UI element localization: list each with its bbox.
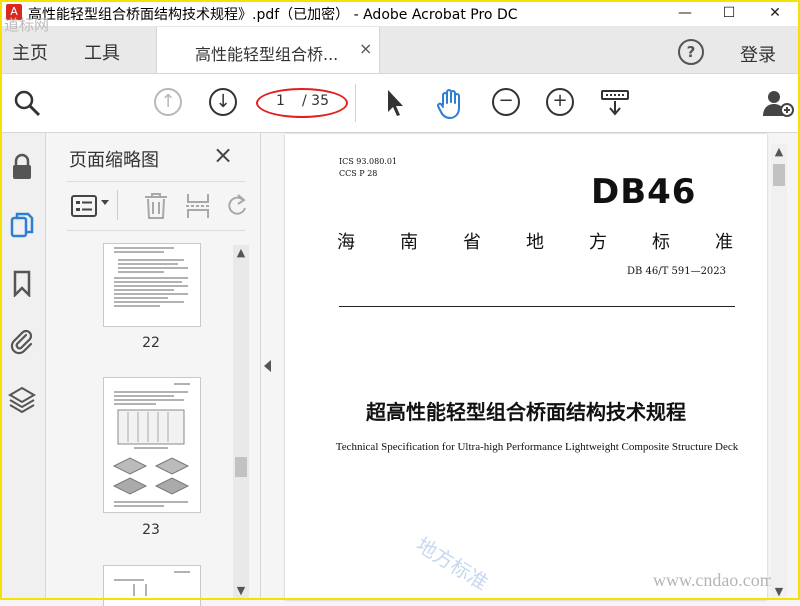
- heading-char: 方: [589, 232, 607, 253]
- tab-document-close-button[interactable]: ×: [359, 39, 372, 58]
- watermark-top-left: 道标网: [4, 16, 50, 34]
- thumbnails-scroll-thumb[interactable]: [235, 457, 247, 477]
- thumbnails-toolbar-divider: [117, 190, 118, 220]
- extract-page-icon[interactable]: [185, 192, 211, 220]
- thumbnails-panel: 页面缩略图 × 22 23 ▲ ▼: [53, 133, 261, 606]
- next-page-button[interactable]: ↓: [209, 88, 237, 116]
- thumbnails-toolbar: [67, 181, 247, 231]
- navigation-rail: [0, 133, 46, 600]
- login-button[interactable]: 登录: [740, 41, 776, 67]
- previous-page-button[interactable]: ↑: [154, 88, 182, 116]
- highlight-oval: [256, 88, 348, 118]
- thumbnails-scrollbar[interactable]: ▲ ▼: [233, 245, 249, 599]
- main-toolbar: ↑ ↓ 1 / 35 − +: [0, 74, 800, 133]
- add-user-icon[interactable]: [762, 88, 794, 118]
- scroll-down-arrow-icon[interactable]: ▼: [233, 583, 249, 599]
- title-bar: A 高性能轻型组合桥面结构技术规程》.pdf（已加密） - Adobe Acro…: [0, 0, 800, 27]
- tab-tools[interactable]: 工具: [84, 39, 120, 65]
- document-scrollbar[interactable]: ▲ ▼: [771, 144, 787, 600]
- chevron-down-icon[interactable]: [101, 200, 109, 205]
- ccs-code: CCS P 28: [339, 169, 378, 178]
- province-standard-heading: 海 南 省 地 方 标 准: [337, 228, 733, 254]
- thumbnail-page-23-preview: [112, 383, 190, 507]
- document-page: ICS 93.080.01 CCS P 28 DB46 海 南 省 地 方 标 …: [285, 134, 774, 600]
- collapse-panel-arrow-icon[interactable]: [264, 360, 271, 372]
- document-scroll-down-arrow-icon[interactable]: ▼: [771, 584, 787, 600]
- tab-home[interactable]: 主页: [12, 39, 48, 65]
- close-window-button[interactable]: ✕: [752, 0, 798, 26]
- search-icon[interactable]: [12, 88, 42, 118]
- toolbar-divider: [355, 84, 356, 122]
- zoom-in-button[interactable]: +: [546, 88, 574, 116]
- heading-char: 地: [526, 232, 544, 253]
- heading-char: 省: [463, 232, 481, 253]
- document-title-chinese: 超高性能轻型组合桥面结构技术规程: [366, 400, 686, 424]
- document-scroll-up-arrow-icon[interactable]: ▲: [771, 144, 787, 160]
- thumbnails-close-button[interactable]: ×: [213, 141, 233, 169]
- scroll-up-arrow-icon[interactable]: ▲: [233, 245, 249, 261]
- bookmark-icon[interactable]: [8, 269, 36, 297]
- watermark-diagonal: 地方标准: [411, 532, 493, 596]
- help-icon[interactable]: ?: [678, 39, 704, 65]
- lock-icon[interactable]: [8, 153, 36, 181]
- page-thumbnails-icon[interactable]: [8, 211, 36, 239]
- tab-bar: 主页 工具 高性能轻型组合桥... × ? 登录: [0, 27, 800, 74]
- thumbnail-page[interactable]: [103, 243, 201, 327]
- minimize-button[interactable]: —: [662, 0, 708, 26]
- heading-char: 准: [715, 232, 733, 253]
- page-display-icon[interactable]: [600, 88, 630, 118]
- thumbnail-page-24-preview: [114, 571, 190, 596]
- thumbnail-page[interactable]: [103, 377, 201, 513]
- select-cursor-icon[interactable]: [384, 88, 406, 118]
- thumbnail-label: 23: [142, 522, 160, 538]
- delete-icon[interactable]: [143, 192, 169, 220]
- layers-icon[interactable]: [8, 385, 36, 413]
- thumbnail-options-icon[interactable]: [71, 194, 97, 218]
- thumbnails-title: 页面缩略图: [69, 150, 159, 171]
- heading-char: 标: [652, 232, 670, 253]
- standard-mark: DB46: [591, 172, 697, 212]
- thumbnail-label: 22: [142, 335, 160, 351]
- hand-tool-icon[interactable]: [434, 88, 466, 120]
- heading-char: 海: [337, 232, 355, 253]
- ics-code: ICS 93.080.01: [339, 157, 398, 166]
- heading-char: 南: [400, 232, 418, 253]
- tab-document[interactable]: 高性能轻型组合桥... ×: [156, 27, 380, 73]
- standard-number: DB 46/T 591—2023: [627, 266, 727, 277]
- zoom-out-button[interactable]: −: [492, 88, 520, 116]
- document-scroll-thumb[interactable]: [773, 164, 785, 186]
- document-title-english: Technical Specification for Ultra-high P…: [335, 441, 739, 453]
- thumbnail-page-22-preview: [114, 247, 188, 307]
- rotate-icon[interactable]: [225, 192, 247, 220]
- header-rule: [339, 306, 735, 307]
- tab-document-label: 高性能轻型组合桥...: [195, 45, 339, 64]
- ics-code-block: ICS 93.080.01 CCS P 28: [339, 156, 397, 180]
- window-title: 高性能轻型组合桥面结构技术规程》.pdf（已加密） - Adobe Acroba…: [28, 7, 518, 23]
- maximize-button[interactable]: ☐: [706, 0, 752, 26]
- attachment-icon[interactable]: [8, 327, 36, 355]
- watermark-url: www.cndao.com: [653, 570, 774, 590]
